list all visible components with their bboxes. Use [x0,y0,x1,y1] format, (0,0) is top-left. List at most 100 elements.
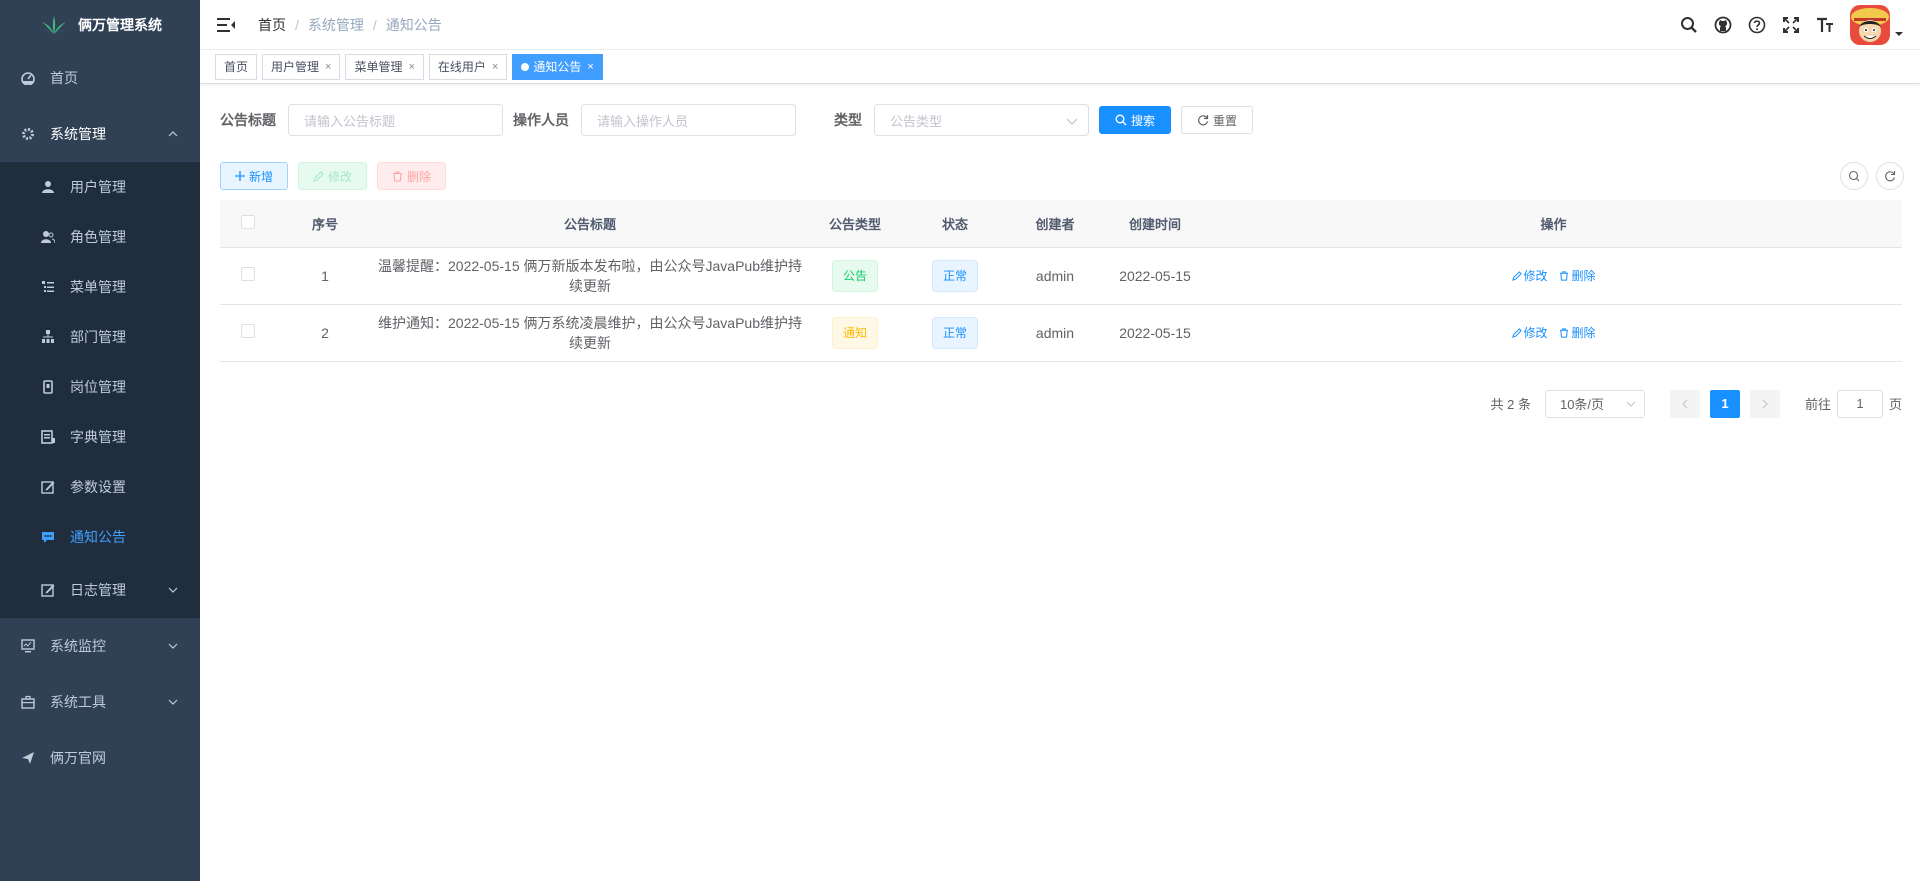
column-header: 序号 [275,200,375,248]
notice-title-placeholder: 请输入公告标题 [304,113,396,129]
column-header: 创建者 [1005,200,1105,248]
sidebar-item-tools[interactable]: 系统工具 [0,674,200,730]
prev-page-button[interactable] [1669,389,1700,418]
tag-label: 通知公告 [533,59,582,74]
select-all-checkbox[interactable] [240,214,255,229]
page-number-current[interactable]: 1 [1709,389,1740,418]
tag-notices[interactable]: 通知公告 × [512,53,603,80]
toggle-search-button[interactable] [1840,162,1868,190]
sidebar-item-website[interactable]: 俩万官网 [0,730,200,786]
sidebar-item-posts[interactable]: 岗位管理 [0,362,200,412]
app-logo[interactable]: 俩万管理系统 [0,0,200,50]
operator-input[interactable]: 请输入操作人员 [581,104,796,136]
tag-label: 用户管理 [271,59,320,74]
breadcrumb-separator: / [372,16,377,33]
font-size-icon[interactable] [1808,0,1842,50]
close-icon[interactable]: × [325,55,331,79]
hamburger-icon[interactable] [216,15,236,35]
log-icon [40,582,56,598]
delete-button[interactable]: 删除 [377,162,447,190]
chevron-down-icon [168,587,178,593]
search-button[interactable]: 搜索 [1099,106,1172,134]
sidebar-item-menus[interactable]: 菜单管理 [0,262,200,312]
notice-title-input[interactable]: 请输入公告标题 [288,104,503,136]
tag-label: 首页 [224,59,249,74]
monitor-icon [20,638,36,654]
chevron-down-icon [1066,118,1078,125]
next-page-button[interactable] [1749,389,1780,418]
breadcrumb-home[interactable]: 首页 [258,15,286,35]
row-number: 2 [275,304,375,362]
sidebar-item-label: 首页 [50,70,78,86]
operator-label: 操作人员 [513,112,569,128]
sidebar-item-label: 用户管理 [70,179,126,195]
peoples-icon [40,229,56,245]
app-title: 俩万管理系统 [78,17,162,33]
sidebar-item-label: 系统监控 [50,638,106,654]
notice-type-select[interactable]: 公告类型 [874,104,1089,136]
sidebar-item-dicts[interactable]: 字典管理 [0,412,200,462]
row-checkbox[interactable] [240,267,255,281]
notice-title: 维护通知：2022-05-15 俩万系统凌晨维护，由公众号JavaPub维护持续… [375,304,805,362]
table-toolbar: 新增 修改 删除 [220,152,1904,200]
sidebar-item-notices[interactable]: 通知公告 [0,512,200,562]
search-icon[interactable] [1672,0,1706,50]
chevron-right-icon [1762,399,1768,408]
row-edit-button[interactable]: 修改 [1511,267,1548,284]
edit-button[interactable]: 修改 [298,162,368,190]
column-header: 公告类型 [805,200,905,248]
goto-label: 前往 [1804,397,1831,412]
chevron-down-icon [168,699,178,705]
notice-type-tag: 通知 [831,316,878,349]
table-row: 2 维护通知：2022-05-15 俩万系统凌晨维护，由公众号JavaPub维护… [220,304,1902,362]
refresh-icon [1885,171,1896,182]
fullscreen-icon[interactable] [1774,0,1808,50]
logo-icon [39,16,69,34]
goto-page-input[interactable]: 1 [1836,389,1883,418]
avatar[interactable] [1850,5,1890,45]
notice-table: 序号 公告标题 公告类型 状态 创建者 创建时间 操作 1 温馨提醒：2022-… [220,200,1902,362]
chevron-left-icon [1682,399,1688,408]
add-button-label: 新增 [249,169,274,184]
tag-menus[interactable]: 菜单管理 × [345,53,424,80]
help-icon[interactable] [1740,0,1774,50]
pagination: 共 2 条 10条/页 1 前往 1 页 [220,389,1902,418]
notice-title-label: 公告标题 [220,112,276,128]
right-menu [1672,0,1904,50]
sidebar-item-logs[interactable]: 日志管理 [0,562,200,618]
page-jumper: 前往 1 页 [1804,389,1902,418]
toolbox-icon [20,694,36,710]
navbar: 首页 / 系统管理 / 通知公告 [200,0,1920,50]
tag-online-users[interactable]: 在线用户 × [428,53,508,80]
edit-icon [1511,270,1522,281]
reset-button[interactable]: 重置 [1181,106,1254,134]
close-icon[interactable]: × [492,55,498,79]
row-edit-button[interactable]: 修改 [1511,324,1548,341]
close-icon[interactable]: × [587,55,593,79]
row-delete-button[interactable]: 删除 [1559,267,1595,284]
github-icon[interactable] [1706,0,1740,50]
caret-down-icon[interactable] [1894,31,1904,37]
tag-home[interactable]: 首页 [215,53,258,80]
dashboard-icon [20,70,36,86]
close-icon[interactable]: × [408,55,414,79]
sidebar-item-depts[interactable]: 部门管理 [0,312,200,362]
tag-label: 在线用户 [437,59,486,74]
row-delete-button[interactable]: 删除 [1559,324,1595,341]
sidebar-item-system[interactable]: 系统管理 [0,106,200,162]
tag-users[interactable]: 用户管理 × [262,53,341,80]
row-checkbox[interactable] [240,324,255,338]
add-button[interactable]: 新增 [220,162,289,190]
create-time: 2022-05-15 [1105,304,1205,362]
refresh-table-button[interactable] [1876,162,1904,190]
sidebar-item-monitor[interactable]: 系统监控 [0,618,200,674]
sidebar-item-users[interactable]: 用户管理 [0,162,200,212]
sidebar-item-roles[interactable]: 角色管理 [0,212,200,262]
notice-type-tag: 公告 [831,259,878,292]
page-size-select[interactable]: 10条/页 [1544,389,1645,418]
sidebar-item-home[interactable]: 首页 [0,50,200,106]
edit-button-label: 修改 [328,169,353,184]
sidebar-item-label: 菜单管理 [70,279,126,295]
sidebar-item-label: 角色管理 [70,229,126,245]
sidebar-item-config[interactable]: 参数设置 [0,462,200,512]
